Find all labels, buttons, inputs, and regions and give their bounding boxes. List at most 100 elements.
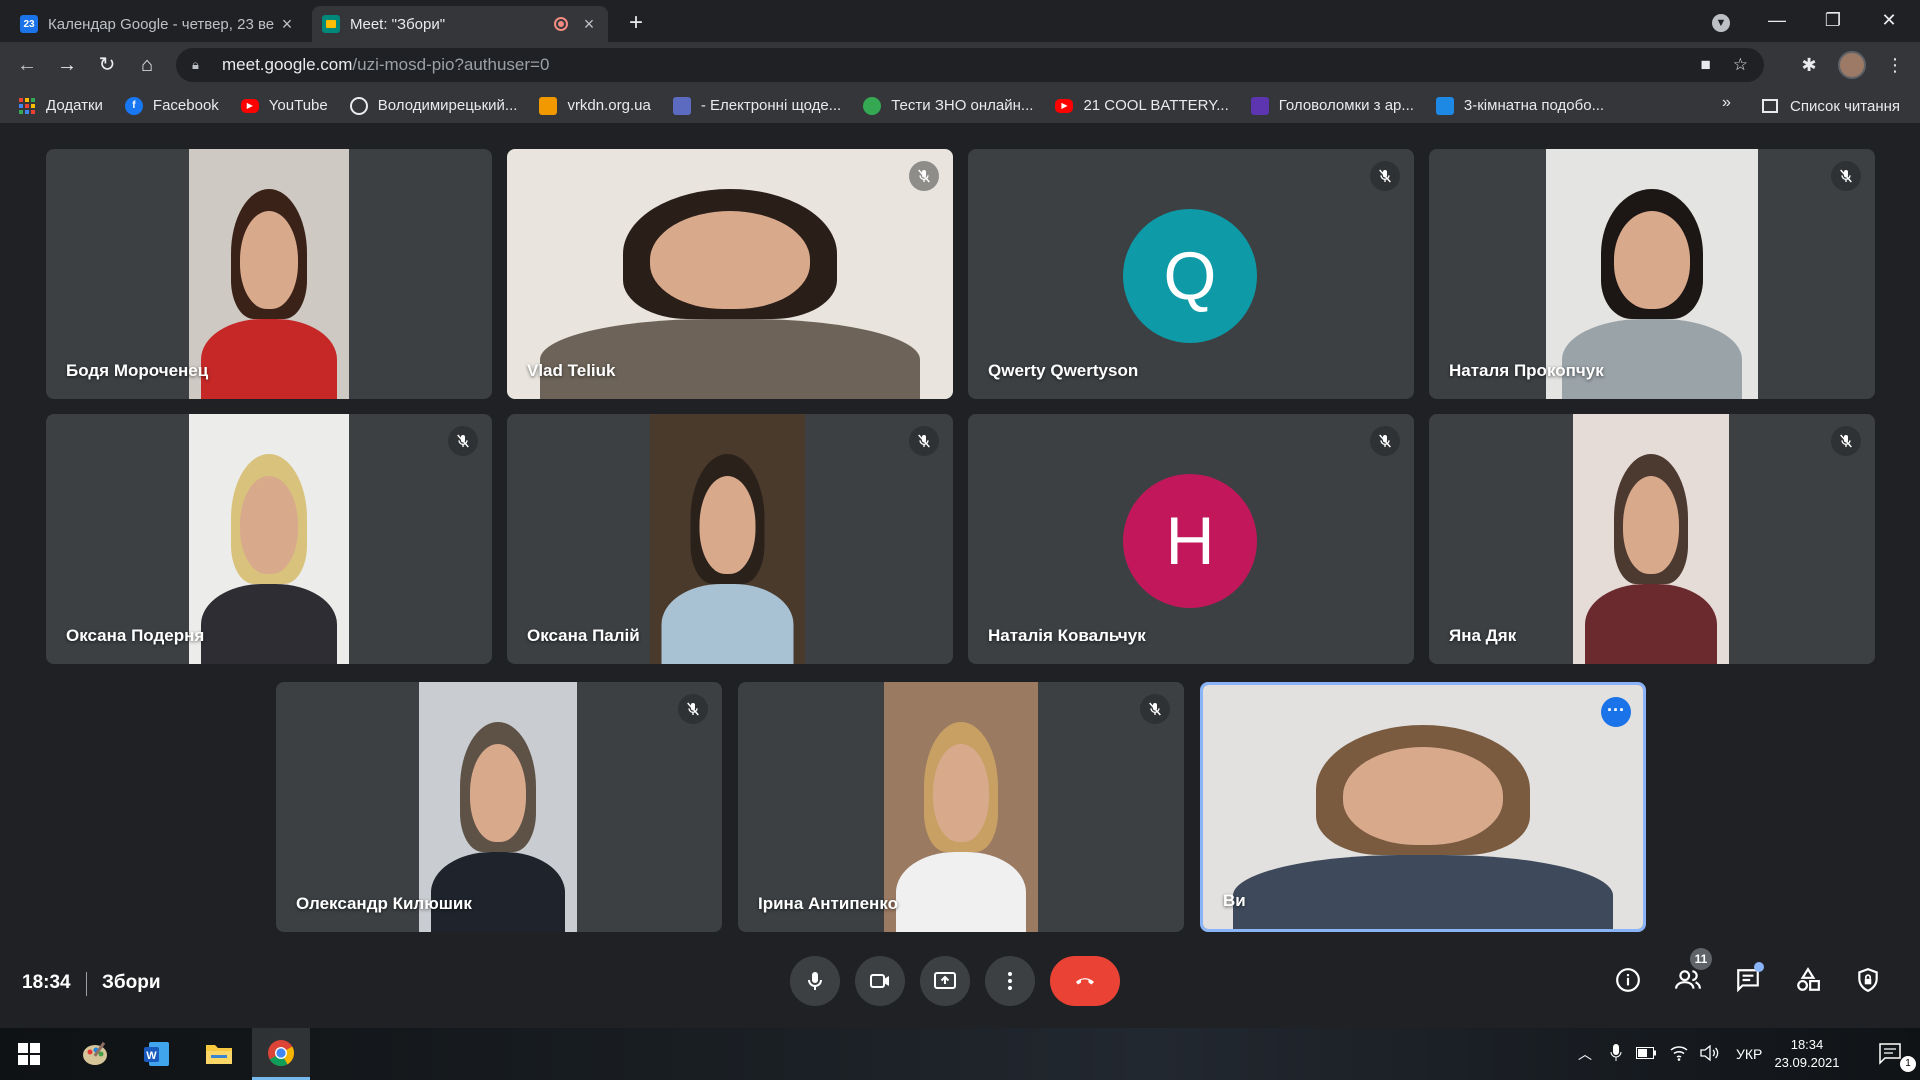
extensions-icon[interactable]: ✱ bbox=[1794, 50, 1824, 80]
bookmark-item[interactable]: ▶ 21 COOL BATTERY... bbox=[1055, 97, 1229, 114]
camera-button[interactable] bbox=[855, 956, 905, 1006]
bookmark-label: Головоломки з ар... bbox=[1278, 97, 1414, 114]
participant-figure bbox=[1573, 414, 1729, 664]
microphone-icon bbox=[808, 972, 822, 990]
participant-tile[interactable]: Наталя Прокопчук bbox=[1429, 149, 1875, 399]
more-horizontal-icon[interactable]: ··· bbox=[1601, 697, 1631, 727]
new-tab-button[interactable]: + bbox=[620, 8, 652, 40]
restore-button[interactable]: ❐ bbox=[1808, 0, 1858, 42]
apps-grid-icon bbox=[18, 97, 36, 115]
reload-button[interactable]: ↻ bbox=[92, 50, 122, 80]
host-controls-button[interactable] bbox=[1846, 958, 1890, 1002]
participant-tile[interactable]: Q Qwerty Qwertyson bbox=[968, 149, 1414, 399]
bookmark-item[interactable]: Головоломки з ар... bbox=[1250, 96, 1414, 115]
participant-video bbox=[884, 682, 1038, 932]
close-tab-icon[interactable]: × bbox=[580, 14, 598, 35]
chat-notification-dot bbox=[1754, 962, 1764, 972]
close-tab-icon[interactable]: × bbox=[278, 14, 296, 35]
site-icon bbox=[539, 96, 558, 115]
meet-icon bbox=[322, 15, 340, 33]
participant-tile[interactable]: Яна Дяк bbox=[1429, 414, 1875, 664]
tab-calendar[interactable]: 23 Календар Google - четвер, 23 ве × bbox=[10, 6, 306, 42]
paint-icon bbox=[83, 1041, 107, 1065]
browser-toolbar: ← → ↻ ⌂ 🔒︎ meet.google.com/uzi-mosd-pio?… bbox=[0, 42, 1920, 88]
info-icon bbox=[1616, 968, 1640, 992]
meeting-details-button[interactable] bbox=[1606, 958, 1650, 1002]
bookmarks-bar: Додатки f Facebook ▶ YouTube Володимирецький.… bbox=[0, 88, 1920, 124]
taskbar-file-explorer[interactable] bbox=[190, 1028, 248, 1080]
bookmark-item[interactable]: ▶ YouTube bbox=[240, 97, 328, 114]
present-button[interactable] bbox=[920, 956, 970, 1006]
bookmark-item[interactable]: vrkdn.org.ua bbox=[539, 96, 651, 115]
taskbar-word[interactable]: W bbox=[128, 1028, 186, 1080]
camera-permission-icon[interactable]: ■ bbox=[1700, 55, 1710, 75]
window-close-button[interactable]: ✕ bbox=[1864, 0, 1914, 42]
participant-video bbox=[1203, 685, 1643, 929]
participant-tile[interactable]: Vlad Teliuk bbox=[507, 149, 953, 399]
youtube-icon: ▶ bbox=[240, 98, 259, 113]
meeting-time: 18:34 bbox=[22, 972, 71, 993]
bookmark-item[interactable]: - Електронні щоде... bbox=[672, 96, 842, 115]
leave-call-button[interactable] bbox=[1050, 956, 1120, 1006]
wifi-icon[interactable] bbox=[1670, 1045, 1688, 1064]
clock-date: 23.09.2021 bbox=[1774, 1055, 1840, 1070]
activities-button[interactable] bbox=[1786, 958, 1830, 1002]
volume-icon[interactable] bbox=[1700, 1044, 1720, 1064]
notification-center-button[interactable]: 1 bbox=[1862, 1028, 1920, 1080]
participant-tile[interactable]: Оксана Палій bbox=[507, 414, 953, 664]
bookmark-item[interactable]: Додатки bbox=[18, 97, 103, 115]
participant-video bbox=[650, 414, 805, 664]
bookmark-label: 21 COOL BATTERY... bbox=[1083, 97, 1229, 114]
meet-controls-bar: 18:34 Збори 11 bbox=[0, 944, 1920, 1028]
menu-icon[interactable]: ⋮ bbox=[1880, 50, 1910, 80]
participant-figure bbox=[189, 149, 349, 399]
battery-icon[interactable] bbox=[1636, 1046, 1656, 1062]
bookmark-label: - Електронні щоде... bbox=[700, 97, 842, 114]
url-host: meet.google.com bbox=[222, 55, 353, 74]
tab-title: Календар Google - четвер, 23 ве bbox=[48, 15, 275, 33]
chevron-up-icon[interactable]: ︿ bbox=[1578, 1044, 1592, 1064]
participant-name: Олександр Килюшик bbox=[296, 894, 472, 913]
camera-icon bbox=[870, 974, 889, 988]
tab-search-icon[interactable]: ▼ bbox=[1696, 0, 1746, 42]
tab-title: Meet: "Збори" bbox=[350, 15, 446, 33]
mic-off-icon bbox=[1831, 426, 1861, 456]
participant-name: Vlad Teliuk bbox=[527, 361, 616, 380]
present-icon bbox=[934, 972, 956, 989]
bookmark-item[interactable]: 3-кімнатна подобо... bbox=[1435, 96, 1605, 115]
microphone-tray-icon[interactable] bbox=[1610, 1043, 1622, 1065]
diary-icon bbox=[672, 96, 691, 115]
input-language[interactable]: УКР bbox=[1736, 1046, 1762, 1062]
forward-button[interactable]: → bbox=[52, 50, 82, 80]
reading-list-button[interactable]: Список читання bbox=[1762, 88, 1900, 124]
minimize-button[interactable]: — bbox=[1752, 0, 1802, 42]
more-options-button[interactable] bbox=[985, 956, 1035, 1006]
bookmark-label: 3-кімнатна подобо... bbox=[1463, 97, 1605, 114]
bookmark-star-icon[interactable]: ☆ bbox=[1733, 55, 1748, 75]
lock-icon[interactable]: 🔒︎ bbox=[192, 57, 206, 73]
meeting-title: Збори bbox=[102, 972, 161, 993]
taskbar-chrome[interactable] bbox=[252, 1028, 310, 1080]
participant-tile[interactable]: Бодя Мороченец bbox=[46, 149, 492, 399]
start-button[interactable] bbox=[0, 1028, 58, 1080]
taskbar-clock[interactable]: 18:34 23.09.2021 bbox=[1762, 1036, 1852, 1072]
bookmark-item[interactable]: f Facebook bbox=[124, 96, 219, 115]
participant-tile[interactable]: H Наталія Ковальчук bbox=[968, 414, 1414, 664]
address-bar[interactable]: 🔒︎ meet.google.com/uzi-mosd-pio?authuser… bbox=[176, 48, 1764, 82]
participant-tile[interactable]: Оксана Подерня bbox=[46, 414, 492, 664]
profile-avatar[interactable] bbox=[1838, 51, 1866, 79]
participant-name: Ірина Антипенко bbox=[758, 894, 898, 913]
participant-name: Ви bbox=[1223, 891, 1246, 910]
participant-tile[interactable]: Олександр Килюшик bbox=[276, 682, 722, 932]
participant-tile[interactable]: Ви ··· bbox=[1200, 682, 1646, 932]
home-button[interactable]: ⌂ bbox=[132, 50, 162, 80]
back-button[interactable]: ← bbox=[12, 50, 42, 80]
taskbar-paint[interactable] bbox=[66, 1028, 124, 1080]
microphone-button[interactable] bbox=[790, 956, 840, 1006]
tab-meet[interactable]: Meet: "Збори" × bbox=[312, 6, 608, 42]
bookmark-item[interactable]: Володимирецький... bbox=[349, 96, 517, 115]
participant-tile[interactable]: Ірина Антипенко bbox=[738, 682, 1184, 932]
bookmark-item[interactable]: Тести ЗНО онлайн... bbox=[863, 96, 1033, 115]
bookmark-label: vrkdn.org.ua bbox=[567, 97, 651, 114]
more-bookmarks-button[interactable]: » bbox=[1722, 94, 1731, 112]
